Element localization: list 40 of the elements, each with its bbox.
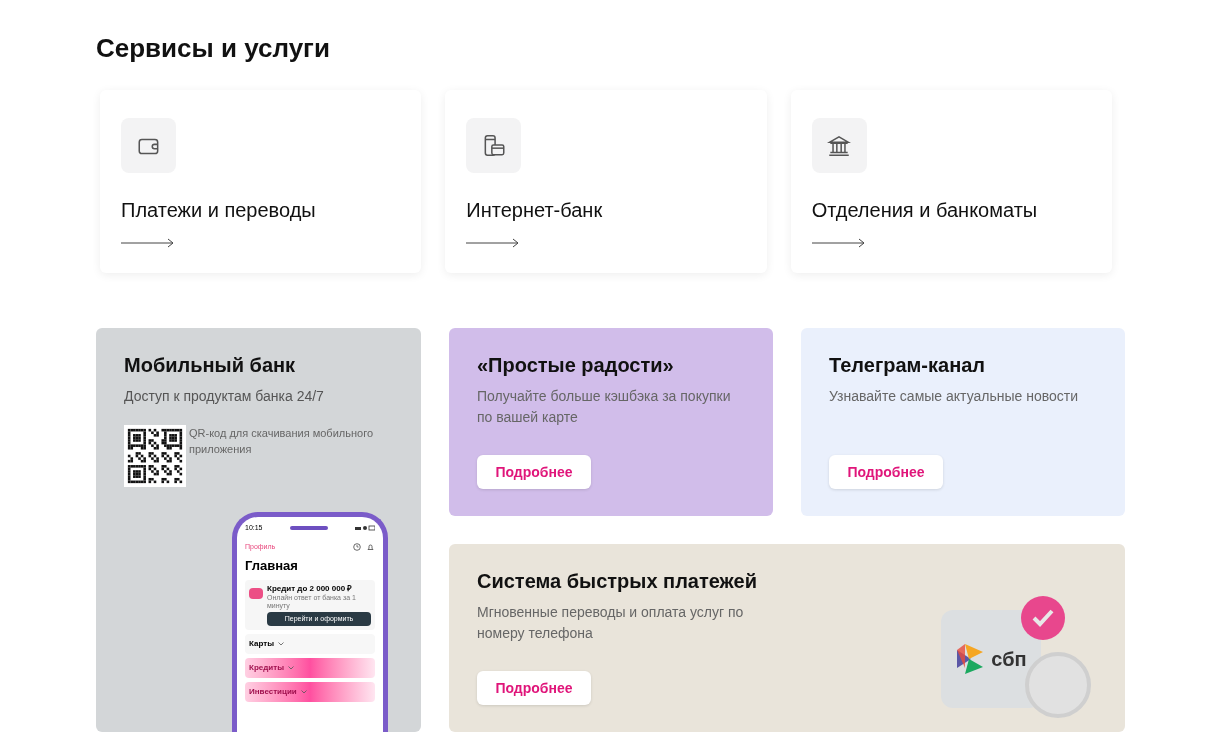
service-card[interactable]: Платежи и переводы	[100, 90, 422, 273]
arrow-icon	[121, 238, 175, 248]
service-label: Отделения и банкоматы	[811, 198, 1039, 223]
service-label: Платежи и переводы	[121, 198, 317, 223]
chevron-down-icon	[287, 666, 294, 670]
status-icons-icon	[355, 525, 375, 532]
section-label: Карты	[249, 638, 274, 650]
wallet-picture	[249, 587, 263, 599]
chevron-down-icon	[300, 690, 307, 694]
arrow-icon	[466, 238, 521, 248]
clock-bell-icon	[353, 542, 375, 551]
sbp-logo-text: сбп	[991, 647, 1027, 672]
more-button[interactable]: Подробнее	[477, 455, 591, 489]
card-text: Узнавайте самые актуальные новости	[829, 387, 1080, 406]
card-subtitle: Доступ к продуктам банка 24/7	[124, 387, 325, 406]
service-card[interactable]: Интернет-банк	[445, 90, 767, 273]
phone-heading: Главная	[245, 557, 299, 575]
section-title: Сервисы и услуги	[96, 32, 331, 65]
qr-code	[124, 425, 186, 487]
check-icon	[1031, 608, 1055, 628]
card-text: Получайте больше кэшбэка за покупки по вашей карте	[477, 387, 732, 427]
section-label: Кредиты	[249, 662, 284, 674]
section-row[interactable]: Кредиты	[245, 658, 375, 678]
section-row[interactable]: Инвестиции	[245, 682, 375, 702]
card-title: «Простые радости»	[477, 353, 675, 378]
service-label: Интернет-банк	[466, 198, 604, 223]
chevron-down-icon	[277, 642, 284, 646]
service-card[interactable]: Отделения и банкоматы	[790, 90, 1112, 273]
card-text: Мгновенные переводы и оплата услуг по номеру телефона	[477, 603, 745, 643]
qr-caption: QR-код для скачивания мобильного приложения	[189, 426, 375, 457]
arrow-icon	[811, 238, 866, 248]
card-title: Телеграм-канал	[829, 353, 987, 378]
section-label: Инвестиции	[249, 686, 297, 698]
notch-bar	[289, 526, 328, 531]
more-button[interactable]: Подробнее	[477, 671, 591, 705]
section-row[interactable]: Карты	[245, 634, 375, 654]
card-title: Система быстрых платежей	[477, 569, 758, 594]
offer-title: Кредит до 2 000 000 ₽	[267, 583, 354, 594]
more-button[interactable]: Подробнее	[829, 455, 943, 489]
card-title: Мобильный банк	[124, 353, 297, 378]
